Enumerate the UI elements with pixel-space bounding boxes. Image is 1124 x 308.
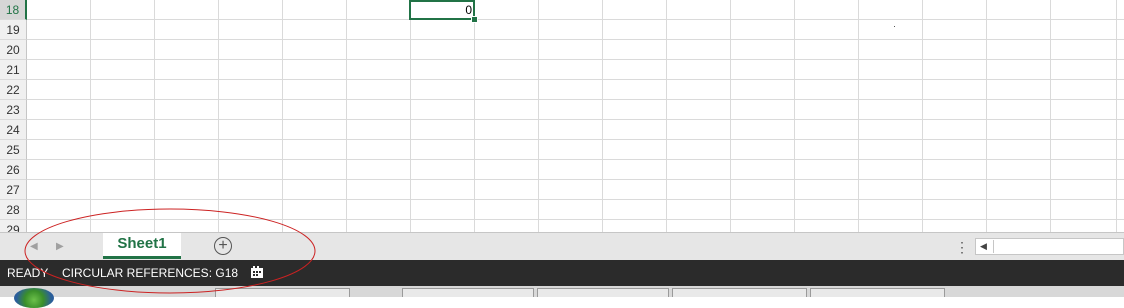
column-gridline bbox=[730, 0, 731, 232]
row-header-22[interactable]: 22 bbox=[0, 80, 27, 100]
column-gridline bbox=[346, 0, 347, 232]
column-gridline bbox=[410, 0, 411, 232]
more-options-icon[interactable]: ⋮ bbox=[955, 239, 969, 256]
row-gridline bbox=[27, 159, 1124, 160]
status-circular-references: CIRCULAR REFERENCES: G18 bbox=[62, 266, 239, 280]
column-gridline bbox=[90, 0, 91, 232]
column-gridline bbox=[794, 0, 795, 232]
row-header-23[interactable]: 23 bbox=[0, 100, 27, 120]
column-gridline bbox=[282, 0, 283, 232]
column-gridline bbox=[922, 0, 923, 232]
taskbar-button-5[interactable] bbox=[810, 288, 945, 297]
column-gridline bbox=[474, 0, 475, 232]
row-gridline bbox=[27, 119, 1124, 120]
row-gridline bbox=[27, 39, 1124, 40]
column-gridline bbox=[1050, 0, 1051, 232]
column-gridline bbox=[218, 0, 219, 232]
scrollbar-thumb[interactable] bbox=[993, 240, 1124, 253]
row-header-19[interactable]: 19 bbox=[0, 20, 27, 40]
row-gridline bbox=[27, 59, 1124, 60]
cell-g18-value: 0 bbox=[465, 3, 472, 17]
row-header-28[interactable]: 28 bbox=[0, 200, 27, 220]
taskbar-button-3[interactable] bbox=[537, 288, 669, 297]
stray-mark bbox=[894, 26, 895, 27]
column-gridline bbox=[858, 0, 859, 232]
column-gridline bbox=[986, 0, 987, 232]
row-gridline bbox=[27, 219, 1124, 220]
scroll-left-arrow-icon[interactable]: ◀ bbox=[980, 241, 987, 252]
taskbar-button-1[interactable] bbox=[215, 288, 350, 297]
taskbar-button-4[interactable] bbox=[672, 288, 807, 297]
os-taskbar bbox=[0, 286, 1124, 308]
row-header-25[interactable]: 25 bbox=[0, 140, 27, 160]
add-sheet-button[interactable]: + bbox=[214, 237, 232, 255]
start-button-icon[interactable] bbox=[14, 288, 54, 308]
column-gridline bbox=[538, 0, 539, 232]
row-gridline bbox=[27, 179, 1124, 180]
column-gridline bbox=[666, 0, 667, 232]
row-gridline bbox=[27, 79, 1124, 80]
taskbar-button-2[interactable] bbox=[402, 288, 534, 297]
column-gridline bbox=[1116, 0, 1117, 232]
row-gridline bbox=[27, 19, 1124, 20]
sheet-tab-bar: ◀ ▶ Sheet1 + ⋮ ◀ bbox=[0, 232, 1124, 260]
row-header-27[interactable]: 27 bbox=[0, 180, 27, 200]
prev-sheet-arrow-icon[interactable]: ◀ bbox=[30, 241, 38, 252]
row-header-26[interactable]: 26 bbox=[0, 160, 27, 180]
row-gridline bbox=[27, 139, 1124, 140]
sheet-tab-sheet1[interactable]: Sheet1 bbox=[103, 233, 181, 259]
worksheet-grid[interactable]: 18 19 20 21 22 23 24 25 26 27 28 29 0 bbox=[0, 0, 1124, 232]
row-gridline bbox=[27, 199, 1124, 200]
row-gridline bbox=[27, 99, 1124, 100]
row-header-29[interactable]: 29 bbox=[0, 220, 27, 232]
horizontal-scrollbar[interactable]: ◀ bbox=[975, 238, 1124, 255]
row-header-21[interactable]: 21 bbox=[0, 60, 27, 80]
fill-handle[interactable] bbox=[471, 16, 478, 23]
column-gridline bbox=[154, 0, 155, 232]
row-header-24[interactable]: 24 bbox=[0, 120, 27, 140]
row-header-20[interactable]: 20 bbox=[0, 40, 27, 60]
macro-recording-icon[interactable] bbox=[250, 265, 264, 279]
next-sheet-arrow-icon[interactable]: ▶ bbox=[56, 241, 64, 252]
status-bar: READY CIRCULAR REFERENCES: G18 bbox=[0, 260, 1124, 286]
column-gridline bbox=[602, 0, 603, 232]
row-header-18[interactable]: 18 bbox=[0, 0, 27, 20]
status-mode: READY bbox=[7, 266, 49, 280]
